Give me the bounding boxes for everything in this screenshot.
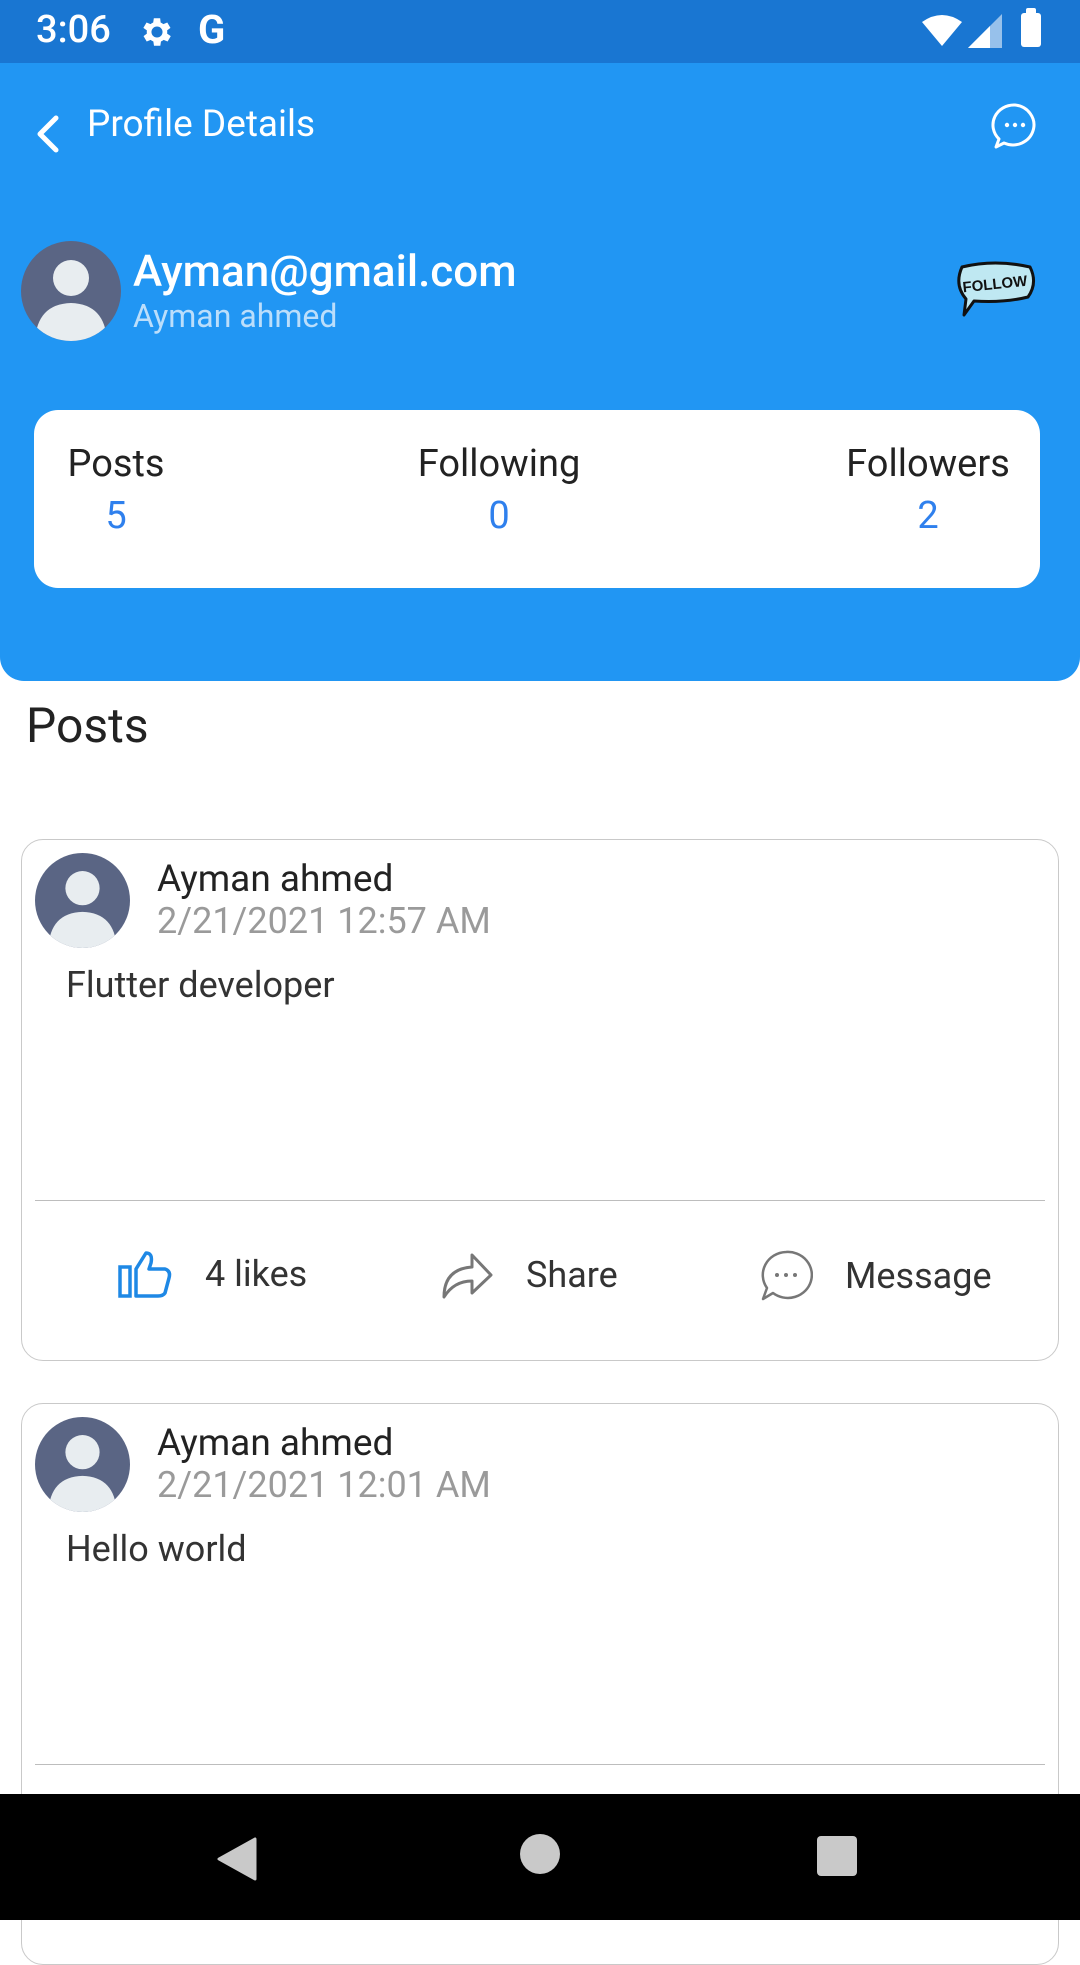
avatar[interactable] (35, 1417, 130, 1512)
profile-header: Profile Details (0, 63, 1080, 681)
divider (35, 1200, 1045, 1201)
back-arrow-icon[interactable] (30, 104, 70, 164)
stat-posts[interactable]: Posts 5 (66, 442, 166, 538)
system-navigation-bar (0, 1794, 1080, 1920)
post-author: Ayman ahmed (157, 858, 394, 901)
thumbs-up-icon (118, 1251, 172, 1298)
post-content: Flutter developer (66, 964, 335, 1006)
share-button[interactable]: Share (440, 1249, 618, 1301)
battery-icon (1021, 8, 1041, 47)
gear-icon (143, 18, 171, 46)
status-time: 3:06 (36, 8, 111, 52)
stat-value: 2 (917, 494, 939, 538)
stat-label: Posts (67, 442, 165, 486)
stat-label: Followers (846, 442, 1010, 486)
stat-value: 5 (105, 494, 127, 538)
likes-count: 4 likes (205, 1253, 308, 1295)
nav-back-icon[interactable] (215, 1837, 259, 1881)
posts-section-title: Posts (26, 697, 149, 754)
like-button[interactable]: 4 likes (117, 1249, 307, 1299)
avatar[interactable] (21, 241, 121, 341)
message-button[interactable]: Message (759, 1249, 992, 1303)
default-person-icon (35, 260, 107, 341)
post-card: Ayman ahmed 2/21/2021 12:57 AM Flutter d… (21, 839, 1059, 1361)
stat-value: 0 (488, 494, 510, 538)
nav-recents-icon[interactable] (817, 1836, 857, 1876)
avatar[interactable] (35, 853, 130, 948)
wifi-icon (922, 15, 962, 46)
profile-name: Ayman ahmed (133, 297, 338, 335)
google-icon: G (198, 6, 226, 53)
profile-email: Ayman@gmail.com (133, 245, 517, 297)
post-date: 2/21/2021 12:57 AM (157, 900, 491, 942)
follow-sticker-icon[interactable]: FOLLOW (954, 261, 1036, 319)
stats-card: Posts 5 Following 0 Followers 2 (34, 410, 1040, 588)
stat-following[interactable]: Following 0 (414, 442, 584, 538)
share-icon (442, 1253, 493, 1299)
divider (35, 1764, 1045, 1765)
post-author: Ayman ahmed (157, 1422, 394, 1465)
message-label: Message (845, 1255, 992, 1297)
message-icon (761, 1250, 813, 1301)
default-person-icon (48, 1435, 117, 1512)
page-title: Profile Details (87, 103, 316, 146)
status-bar: 3:06 G (0, 0, 1080, 63)
post-date: 2/21/2021 12:01 AM (157, 1464, 491, 1506)
signal-icon (968, 14, 1002, 48)
share-label: Share (526, 1254, 618, 1296)
stat-followers[interactable]: Followers 2 (840, 442, 1016, 538)
default-person-icon (48, 871, 117, 948)
post-content: Hello world (66, 1528, 247, 1570)
chat-bubble-icon[interactable] (990, 101, 1040, 151)
stat-label: Following (417, 442, 581, 486)
nav-home-icon[interactable] (520, 1834, 560, 1874)
